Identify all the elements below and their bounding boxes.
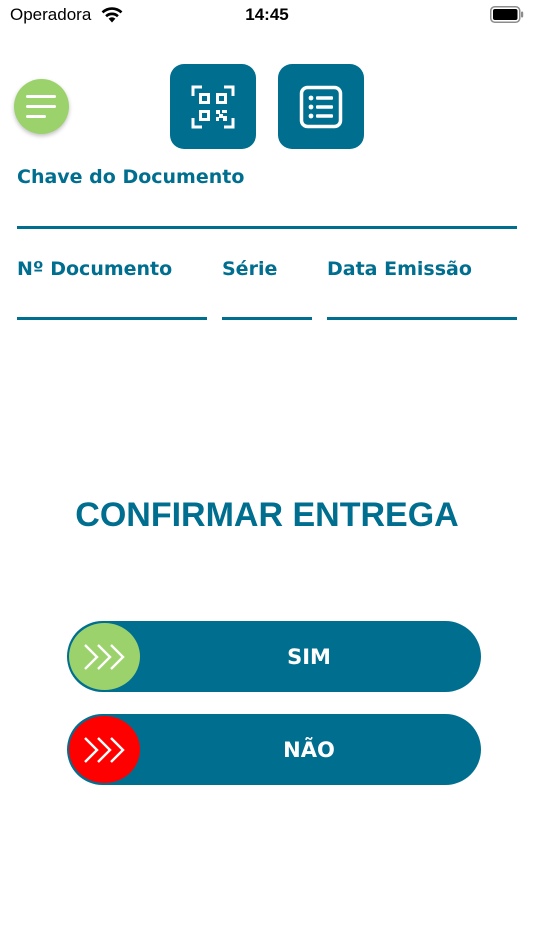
clock-time: 14:45 <box>245 5 289 24</box>
sim-slide-button[interactable]: SIM <box>67 621 481 692</box>
triple-chevron-right-icon <box>83 736 125 763</box>
data-emissao-label: Data Emissão <box>327 258 472 280</box>
status-bar: Operadora 14:45 <box>0 0 534 32</box>
numero-documento-input[interactable] <box>17 317 207 320</box>
chave-documento-label: Chave do Documento <box>17 166 245 188</box>
sim-label: SIM <box>287 644 331 669</box>
hamburger-icon-line <box>26 115 46 118</box>
triple-chevron-right-icon <box>83 643 125 670</box>
numero-documento-label: Nº Documento <box>17 258 173 280</box>
serie-input[interactable] <box>222 317 312 320</box>
data-emissao-input[interactable] <box>327 317 517 320</box>
menu-button[interactable] <box>14 79 69 134</box>
sim-slide-knob[interactable] <box>69 623 140 690</box>
screen: Operadora 14:45 Chave do Documento Nº Do… <box>0 0 534 950</box>
document-list-button[interactable] <box>278 64 364 149</box>
hamburger-icon-line <box>26 105 56 108</box>
serie-label: Série <box>222 258 278 280</box>
nao-slide-button[interactable]: NÃO <box>67 714 481 785</box>
nao-slide-knob[interactable] <box>69 716 140 783</box>
hamburger-icon <box>26 95 56 98</box>
confirm-delivery-title: CONFIRMAR ENTREGA <box>75 496 459 534</box>
qr-code-icon <box>191 85 235 128</box>
nao-label: NÃO <box>283 737 335 762</box>
chave-documento-input[interactable] <box>17 226 517 229</box>
qr-scan-button[interactable] <box>170 64 256 149</box>
battery-icon <box>490 6 524 23</box>
list-icon <box>299 85 343 128</box>
